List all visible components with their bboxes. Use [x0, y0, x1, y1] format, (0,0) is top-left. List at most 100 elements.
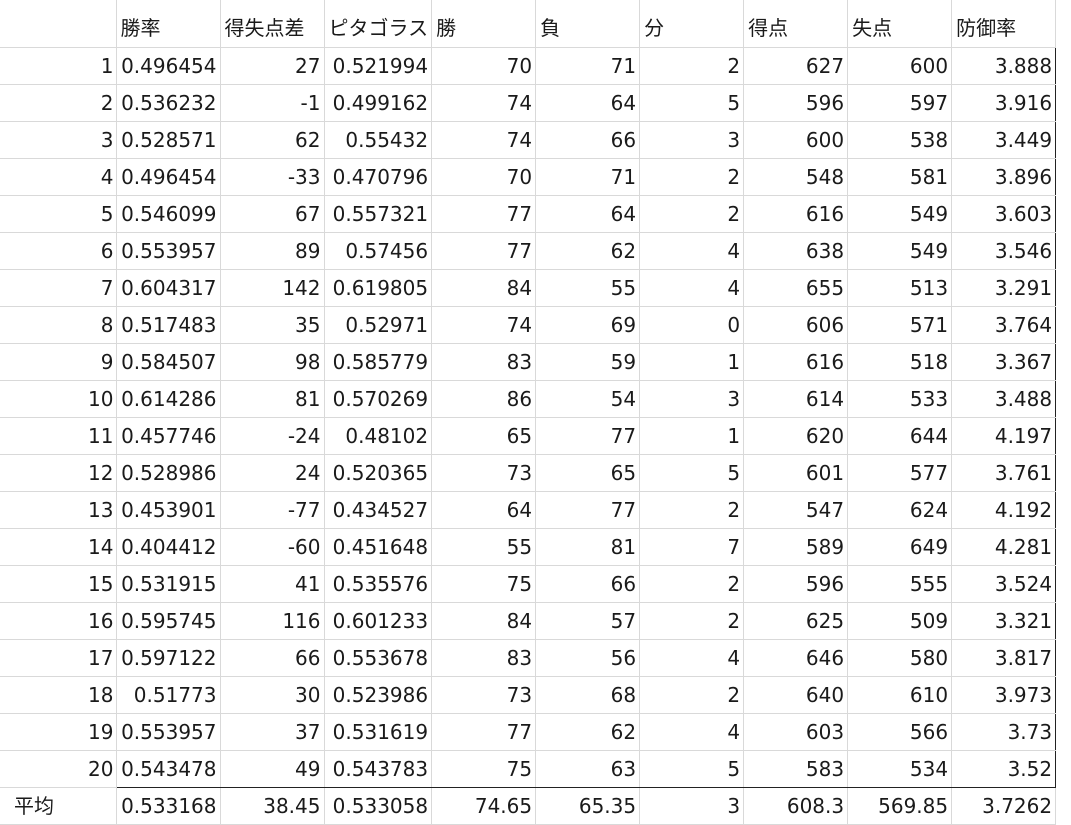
data-cell[interactable]: 614	[743, 380, 849, 418]
data-cell[interactable]: 7	[639, 528, 745, 566]
data-cell[interactable]: 3.896	[951, 158, 1057, 196]
row-label[interactable]: 15	[0, 565, 117, 603]
data-cell[interactable]: 549	[847, 195, 953, 233]
row-label[interactable]: 14	[0, 528, 117, 566]
data-cell[interactable]: 55	[431, 528, 537, 566]
data-cell[interactable]: 646	[743, 639, 849, 677]
data-cell[interactable]: 0.451648	[324, 528, 433, 566]
data-cell[interactable]: 55	[535, 269, 641, 307]
data-cell[interactable]: 49	[220, 750, 325, 788]
data-cell[interactable]: 638	[743, 232, 849, 270]
data-cell[interactable]: 59	[535, 343, 641, 381]
row-label[interactable]: 5	[0, 195, 117, 233]
data-cell[interactable]: 30	[220, 676, 325, 714]
data-cell[interactable]: 0.520365	[324, 454, 433, 492]
average-cell[interactable]: 608.3	[743, 787, 849, 825]
data-cell[interactable]: 0.499162	[324, 84, 433, 122]
data-cell[interactable]: 0.585779	[324, 343, 433, 381]
data-cell[interactable]: 4.197	[951, 417, 1057, 455]
data-cell[interactable]: 77	[431, 713, 537, 751]
row-label[interactable]: 13	[0, 491, 117, 529]
row-label[interactable]: 7	[0, 269, 117, 307]
row-label[interactable]: 12	[0, 454, 117, 492]
row-label[interactable]: 2	[0, 84, 117, 122]
data-cell[interactable]: 77	[431, 232, 537, 270]
data-cell[interactable]: 0.470796	[324, 158, 433, 196]
data-cell[interactable]: 3.321	[951, 602, 1057, 640]
average-label[interactable]: 平均	[0, 787, 117, 825]
data-cell[interactable]: 649	[847, 528, 953, 566]
data-cell[interactable]: 0.601233	[324, 602, 433, 640]
data-cell[interactable]: 0.595745	[115, 602, 221, 640]
data-cell[interactable]: 68	[535, 676, 641, 714]
data-cell[interactable]: 81	[220, 380, 325, 418]
data-cell[interactable]: 77	[535, 491, 641, 529]
average-cell[interactable]: 3.7262	[951, 787, 1057, 825]
data-cell[interactable]: 73	[431, 676, 537, 714]
data-cell[interactable]: 0.496454	[115, 47, 221, 85]
data-cell[interactable]: 64	[431, 491, 537, 529]
data-cell[interactable]: 2	[639, 47, 745, 85]
data-cell[interactable]: 3	[639, 380, 745, 418]
data-cell[interactable]: 0.543783	[324, 750, 433, 788]
data-cell[interactable]: 0.528986	[115, 454, 221, 492]
data-cell[interactable]: 600	[743, 121, 849, 159]
data-cell[interactable]: 655	[743, 269, 849, 307]
data-cell[interactable]: 62	[220, 121, 325, 159]
data-cell[interactable]: 571	[847, 306, 953, 344]
data-cell[interactable]: 83	[431, 343, 537, 381]
data-cell[interactable]: 142	[220, 269, 325, 307]
data-cell[interactable]: 89	[220, 232, 325, 270]
data-cell[interactable]: 75	[431, 750, 537, 788]
data-cell[interactable]: 3.488	[951, 380, 1057, 418]
row-label[interactable]: 4	[0, 158, 117, 196]
column-header[interactable]: 得失点差	[220, 0, 325, 48]
row-label[interactable]: 8	[0, 306, 117, 344]
data-cell[interactable]: 4.281	[951, 528, 1057, 566]
data-cell[interactable]: 41	[220, 565, 325, 603]
column-header[interactable]: 防御率	[951, 0, 1057, 48]
row-label[interactable]: 19	[0, 713, 117, 751]
data-cell[interactable]: 600	[847, 47, 953, 85]
data-cell[interactable]: 71	[535, 158, 641, 196]
average-cell[interactable]: 0.533058	[324, 787, 433, 825]
data-cell[interactable]: 83	[431, 639, 537, 677]
data-cell[interactable]: 66	[535, 565, 641, 603]
data-cell[interactable]: -60	[220, 528, 325, 566]
data-cell[interactable]: 4	[639, 713, 745, 751]
column-header[interactable]: 失点	[847, 0, 953, 48]
data-cell[interactable]: 70	[431, 47, 537, 85]
data-cell[interactable]: 0.604317	[115, 269, 221, 307]
data-cell[interactable]: 596	[743, 84, 849, 122]
data-cell[interactable]: 0.570269	[324, 380, 433, 418]
data-cell[interactable]: 0.553678	[324, 639, 433, 677]
data-cell[interactable]: 69	[535, 306, 641, 344]
data-cell[interactable]: 3.52	[951, 750, 1057, 788]
data-cell[interactable]: 66	[220, 639, 325, 677]
data-cell[interactable]: -33	[220, 158, 325, 196]
row-label[interactable]: 3	[0, 121, 117, 159]
data-cell[interactable]: 4	[639, 269, 745, 307]
average-cell[interactable]: 0.533168	[116, 787, 221, 825]
data-cell[interactable]: 603	[743, 713, 849, 751]
data-cell[interactable]: 3.888	[951, 47, 1057, 85]
data-cell[interactable]: 0.521994	[324, 47, 433, 85]
data-cell[interactable]: 2	[639, 195, 745, 233]
data-cell[interactable]: 74	[431, 306, 537, 344]
row-label[interactable]: 17	[0, 639, 117, 677]
data-cell[interactable]: 116	[220, 602, 325, 640]
data-cell[interactable]: 1	[639, 417, 745, 455]
data-cell[interactable]: 548	[743, 158, 849, 196]
data-cell[interactable]: 620	[743, 417, 849, 455]
data-cell[interactable]: 2	[639, 676, 745, 714]
data-cell[interactable]: 0.531915	[115, 565, 221, 603]
data-cell[interactable]: 0.597122	[115, 639, 221, 677]
data-cell[interactable]: 601	[743, 454, 849, 492]
column-header[interactable]: 勝率	[116, 0, 221, 48]
data-cell[interactable]: 625	[743, 602, 849, 640]
data-cell[interactable]: 3.546	[951, 232, 1057, 270]
data-cell[interactable]: 3.449	[951, 121, 1057, 159]
data-cell[interactable]: 27	[220, 47, 325, 85]
data-cell[interactable]: 509	[847, 602, 953, 640]
data-cell[interactable]: 0.531619	[324, 713, 433, 751]
